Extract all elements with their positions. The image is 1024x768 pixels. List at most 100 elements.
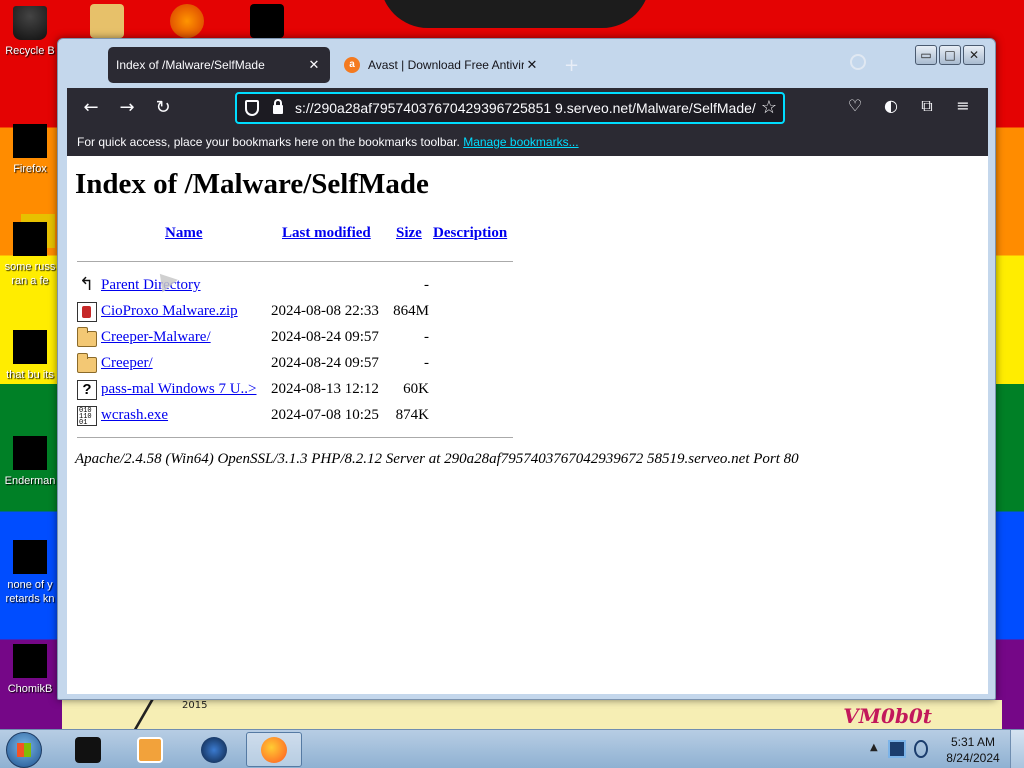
url-text[interactable]: s://290a28af79574037670429396725851 9.se… [295, 100, 756, 116]
recycle-bin-icon [13, 6, 47, 40]
menu-icon[interactable]: ≡ [952, 96, 974, 115]
taskbar: ▲ 5:31 AM 8/24/2024 [0, 729, 1024, 768]
show-desktop-button[interactable] [1010, 730, 1024, 768]
reload-button[interactable]: ↻ [151, 96, 175, 120]
column-header-name[interactable]: Name [165, 224, 203, 242]
file-size: 874K [395, 407, 429, 423]
bookmarks-hint: For quick access, place your bookmarks h… [77, 135, 460, 149]
desktop-icon-firefox[interactable]: Firefox [0, 124, 60, 176]
file-link[interactable]: Creeper/ [101, 355, 153, 372]
wallpaper-year: 2015 [182, 700, 208, 711]
folder-icon [77, 353, 97, 373]
table-row: Parent Directory - [77, 274, 517, 298]
desktop-icon-enderman[interactable]: Enderman [0, 436, 60, 488]
server-signature: Apache/2.4.58 (Win64) OpenSSL/3.1.3 PHP/… [75, 451, 799, 467]
browser-icon[interactable] [170, 4, 204, 38]
window-controls: ▭ □ ✕ [915, 45, 985, 65]
unknown-file-icon: ? [77, 380, 97, 400]
show-hidden-icons-button[interactable]: ▲ [870, 742, 878, 753]
tab-index-of-selfmade[interactable]: Index of /Malware/SelfMade ✕ [108, 47, 330, 83]
firefox-icon [13, 124, 47, 158]
file-link[interactable]: Creeper-Malware/ [101, 329, 211, 346]
tab-list-icon[interactable] [850, 54, 866, 70]
tab-avast[interactable]: a Avast | Download Free Antiviru ✕ [336, 47, 548, 83]
firefox-icon [261, 736, 287, 763]
bookmark-star-icon[interactable]: ☆ [761, 97, 777, 118]
taskbar-app[interactable] [186, 732, 242, 767]
file-size: 864M [393, 303, 429, 319]
clock-date: 8/24/2024 [946, 751, 1000, 765]
header-divider [77, 261, 513, 262]
tracking-protection-shield-icon[interactable] [245, 100, 259, 116]
redacted-icon[interactable] [250, 4, 284, 38]
file-link[interactable]: CioProxo Malware.zip [101, 303, 238, 320]
taskbar-firefox[interactable] [246, 732, 302, 767]
column-header-description[interactable]: Description [433, 224, 507, 242]
wallpaper-line [133, 700, 311, 730]
tab-close-icon[interactable]: ✕ [524, 57, 540, 73]
file-date: 2024-07-08 10:25 [271, 407, 379, 423]
network-icon[interactable] [888, 740, 906, 758]
file-size: - [424, 355, 429, 371]
url-bar[interactable]: s://290a28af79574037670429396725851 9.se… [235, 92, 785, 124]
desktop-icon-label-2: retards kn [5, 593, 55, 605]
lock-icon[interactable] [273, 99, 283, 114]
top-desktop-icons [90, 4, 284, 40]
sort-by-date-link[interactable]: Last modified [282, 225, 371, 241]
table-row: 010 110 01 wcrash.exe 2024-07-08 10:25 874… [77, 404, 517, 428]
desktop-icon-label: ChomikB [7, 683, 53, 695]
page-content: Index of /Malware/SelfMade Name Last mod… [67, 156, 988, 694]
desktop-icon-that-bu-its[interactable]: that bu its [0, 330, 60, 382]
folder-icon[interactable] [90, 4, 124, 38]
column-header-last-modified[interactable]: Last modified [282, 224, 371, 242]
forward-button[interactable]: → [115, 96, 139, 120]
footer-divider [77, 437, 513, 438]
sort-by-description-link[interactable]: Description [433, 225, 507, 241]
file-link[interactable]: Parent Directory [101, 277, 201, 294]
wallpaper-bottom-strip: 2015 VM0b0t [62, 700, 1002, 730]
close-window-button[interactable]: ✕ [963, 45, 985, 65]
desktop-icon-label: none of y [7, 579, 53, 591]
extensions-icon[interactable]: ⧉ [916, 96, 938, 116]
sort-by-size-link[interactable]: Size [396, 225, 422, 241]
tab-close-icon[interactable]: ✕ [306, 57, 322, 73]
manage-bookmarks-link[interactable]: Manage bookmarks... [463, 135, 578, 149]
zip-file-icon [77, 302, 97, 322]
file-date: 2024-08-24 09:57 [271, 355, 379, 371]
start-button[interactable] [6, 732, 42, 768]
pocket-icon[interactable]: ♡ [844, 96, 866, 115]
desktop-icon-chomikb[interactable]: ChomikB [0, 644, 60, 696]
browser-window: Index of /Malware/SelfMade ✕ a Avast | D… [57, 38, 996, 700]
redacted-icon [13, 330, 47, 364]
clock[interactable]: 5:31 AM 8/24/2024 [940, 734, 1006, 766]
redacted-icon [13, 222, 47, 256]
redacted-icon [13, 644, 47, 678]
sort-by-name-link[interactable]: Name [165, 225, 203, 241]
back-button[interactable]: ← [79, 96, 103, 120]
minimize-button[interactable]: ▭ [915, 45, 937, 65]
file-link[interactable]: wcrash.exe [101, 407, 168, 424]
maximize-button[interactable]: □ [939, 45, 961, 65]
file-link[interactable]: pass-mal Windows 7 U..> [101, 381, 257, 398]
desktop-icon-label-2: ran a fe [11, 275, 49, 287]
nav-toolbar: ← → ↻ s://290a28af7957403767042939672585… [67, 88, 988, 128]
taskbar-app[interactable] [60, 732, 116, 767]
binary-file-icon: 010 110 01 [77, 406, 97, 427]
new-tab-button[interactable]: + [564, 55, 579, 76]
desktop-icon-recycle-bin[interactable]: Recycle B [0, 6, 60, 58]
app-icon [75, 736, 101, 763]
back-icon [77, 274, 97, 296]
desktop-icon-label: Firefox [13, 163, 47, 175]
file-date: 2024-08-13 12:12 [271, 381, 379, 397]
volume-icon[interactable] [914, 740, 928, 758]
column-header-size[interactable]: Size [396, 224, 422, 242]
system-tray: ▲ 5:31 AM 8/24/2024 [862, 730, 1024, 768]
tab-bar: Index of /Malware/SelfMade ✕ a Avast | D… [58, 39, 995, 88]
desktop-icon-none-of-y[interactable]: none of y retards kn [0, 540, 60, 606]
file-size: - [424, 329, 429, 345]
file-date: 2024-08-08 22:33 [271, 303, 379, 319]
desktop-icon-some-russ[interactable]: some russ ran a fe [0, 222, 60, 288]
account-icon[interactable]: ◐ [880, 96, 902, 115]
taskbar-media-player[interactable] [122, 732, 178, 767]
desktop-icon-label: Enderman [4, 475, 56, 487]
